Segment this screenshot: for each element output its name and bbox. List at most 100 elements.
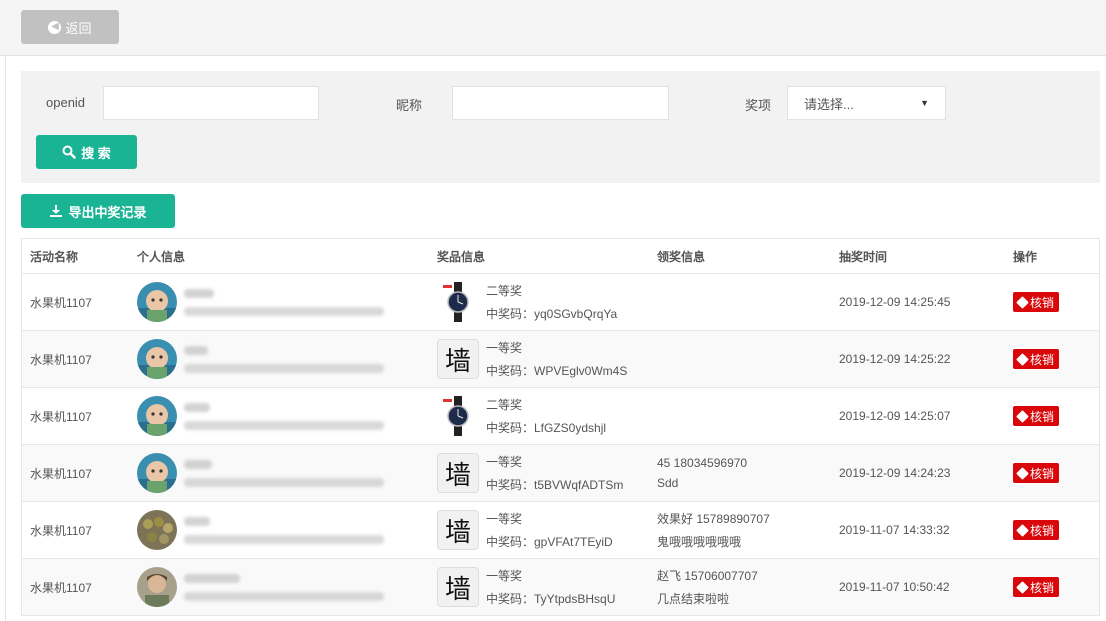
- prize-glyph: 墙: [444, 517, 471, 548]
- table-row: 水果机1107 墙 一等奖 中奖码：gpVFAt7TEyiD 效果好 15789…: [22, 502, 1099, 559]
- verify-button-label: 核销: [1030, 352, 1055, 367]
- prize-info: 墙 一等奖 中奖码：t5BVWqfADTSm: [437, 445, 623, 501]
- prize-level: 一等奖: [486, 455, 523, 469]
- blurred-openid: [184, 534, 384, 544]
- verify-button-label: 核销: [1030, 409, 1055, 424]
- blurred-nickname: [184, 402, 210, 412]
- table-row: 水果机1107 墙 一等奖 中奖码：WPVEglv0Wm4S 2019-12-0…: [22, 331, 1099, 388]
- action-cell: 核销: [1013, 331, 1060, 387]
- prize-info: 墙 一等奖 中奖码：WPVEglv0Wm4S: [437, 331, 627, 387]
- tag-icon: [1016, 295, 1029, 309]
- avatar: [137, 567, 177, 607]
- prize-text: 一等奖 中奖码：t5BVWqfADTSm: [486, 453, 623, 493]
- personal-info: [137, 274, 384, 330]
- search-button-label: 搜 索: [81, 145, 111, 161]
- nickname-input[interactable]: [452, 86, 669, 120]
- header-prize-info: 奖品信息: [437, 249, 486, 264]
- draw-time: 2019-12-09 14:25:22: [839, 352, 951, 366]
- personal-info: [137, 331, 384, 387]
- prize-code: 中奖码：gpVFAt7TEyiD: [486, 535, 613, 549]
- top-bar: ◀ 返回: [0, 0, 1106, 56]
- prize-level: 一等奖: [486, 341, 523, 355]
- blurred-user-info: [184, 345, 384, 373]
- avatar: [137, 453, 177, 493]
- blurred-user-info: [184, 402, 384, 430]
- prize-select-value: 请选择...: [804, 96, 854, 112]
- prize-image: 墙: [437, 339, 479, 379]
- personal-info: [137, 388, 384, 444]
- prize-info: 墙 一等奖 中奖码：gpVFAt7TEyiD: [437, 502, 613, 558]
- verify-button-label: 核销: [1030, 466, 1055, 481]
- prize-level: 二等奖: [486, 398, 523, 412]
- claim-contact: 45 18034596970: [657, 456, 748, 470]
- prize-label: 奖项: [745, 98, 772, 113]
- openid-label: openid: [46, 95, 86, 110]
- claim-address: 几点结束啦啦: [657, 592, 730, 606]
- avatar: [137, 282, 177, 322]
- prize-glyph: 墙: [444, 346, 471, 377]
- chevron-down-icon: ▼: [920, 98, 929, 108]
- table-row: 水果机1107 二等奖 中奖码：LfGZS0ydshjl 2019-12-09 …: [22, 388, 1099, 445]
- blurred-user-info: [184, 573, 384, 601]
- verify-button[interactable]: 核销: [1013, 577, 1060, 597]
- draw-time: 2019-12-09 14:24:23: [839, 466, 951, 480]
- activity-name: 水果机1107: [30, 352, 92, 367]
- claim-info: 效果好 15789890707 鬼哦哦哦哦哦哦: [657, 502, 770, 558]
- verify-button-label: 核销: [1030, 580, 1055, 595]
- personal-info: [137, 559, 384, 615]
- action-cell: 核销: [1013, 559, 1060, 615]
- avatar: [137, 510, 177, 550]
- prize-level: 一等奖: [486, 569, 523, 583]
- blurred-nickname: [184, 573, 240, 583]
- personal-info: [137, 445, 384, 501]
- openid-input[interactable]: [103, 86, 319, 120]
- activity-name: 水果机1107: [30, 580, 92, 595]
- verify-button[interactable]: 核销: [1013, 349, 1060, 369]
- prize-text: 一等奖 中奖码：TyYtpdsBHsqU: [486, 567, 615, 607]
- prize-glyph: 墙: [444, 460, 471, 491]
- header-activity: 活动名称: [30, 249, 79, 264]
- activity-name: 水果机1107: [30, 523, 92, 538]
- prize-info: 二等奖 中奖码：yq0SGvbQrqYa: [437, 274, 617, 330]
- table-body: 水果机1107 二等奖 中奖码：yq0SGvbQrqYa 2019-12-09 …: [22, 274, 1099, 616]
- prize-image: 墙: [437, 453, 479, 493]
- search-button[interactable]: 搜 索: [36, 135, 137, 169]
- activity-name: 水果机1107: [30, 295, 92, 310]
- draw-time: 2019-12-09 14:25:45: [839, 295, 951, 309]
- back-button[interactable]: ◀ 返回: [21, 10, 119, 44]
- prize-info: 二等奖 中奖码：LfGZS0ydshjl: [437, 388, 606, 444]
- tag-icon: [1016, 409, 1029, 423]
- prize-select[interactable]: 请选择... ▼: [787, 86, 946, 120]
- avatar: [137, 339, 177, 379]
- back-button-label: 返回: [65, 20, 92, 36]
- blurred-nickname: [184, 516, 210, 526]
- prize-code: 中奖码：WPVEglv0Wm4S: [486, 364, 628, 378]
- prize-level: 二等奖: [486, 284, 523, 298]
- prize-text: 一等奖 中奖码：gpVFAt7TEyiD: [486, 510, 613, 550]
- blurred-nickname: [184, 459, 212, 469]
- verify-button[interactable]: 核销: [1013, 406, 1060, 426]
- prize-image: 墙: [437, 510, 479, 550]
- blurred-user-info: [184, 288, 384, 316]
- verify-button[interactable]: 核销: [1013, 520, 1060, 540]
- action-cell: 核销: [1013, 274, 1060, 330]
- verify-button[interactable]: 核销: [1013, 463, 1060, 483]
- export-button-label: 导出中奖记录: [68, 204, 147, 220]
- draw-time: 2019-11-07 14:33:32: [839, 523, 950, 537]
- prize-code: 中奖码：TyYtpdsBHsqU: [486, 592, 616, 606]
- blurred-openid: [184, 363, 384, 373]
- claim-contact: 效果好 15789890707: [657, 512, 770, 526]
- back-arrow-icon: ◀: [48, 20, 62, 34]
- claim-info: 赵飞 15706007707 几点结束啦啦: [657, 559, 758, 615]
- winners-table: 活动名称 个人信息 奖品信息 领奖信息 抽奖时间 操作 水果机1107 二等奖 …: [21, 238, 1100, 616]
- prize-code: 中奖码：t5BVWqfADTSm: [486, 478, 624, 492]
- header-personal-info: 个人信息: [137, 249, 186, 264]
- verify-button[interactable]: 核销: [1013, 292, 1060, 312]
- export-button[interactable]: 导出中奖记录: [21, 194, 175, 228]
- tag-icon: [1016, 580, 1029, 594]
- draw-time: 2019-11-07 10:50:42: [839, 580, 950, 594]
- blurred-user-info: [184, 516, 384, 544]
- prize-text: 一等奖 中奖码：WPVEglv0Wm4S: [486, 339, 627, 379]
- action-cell: 核销: [1013, 502, 1060, 558]
- blurred-openid: [184, 591, 384, 601]
